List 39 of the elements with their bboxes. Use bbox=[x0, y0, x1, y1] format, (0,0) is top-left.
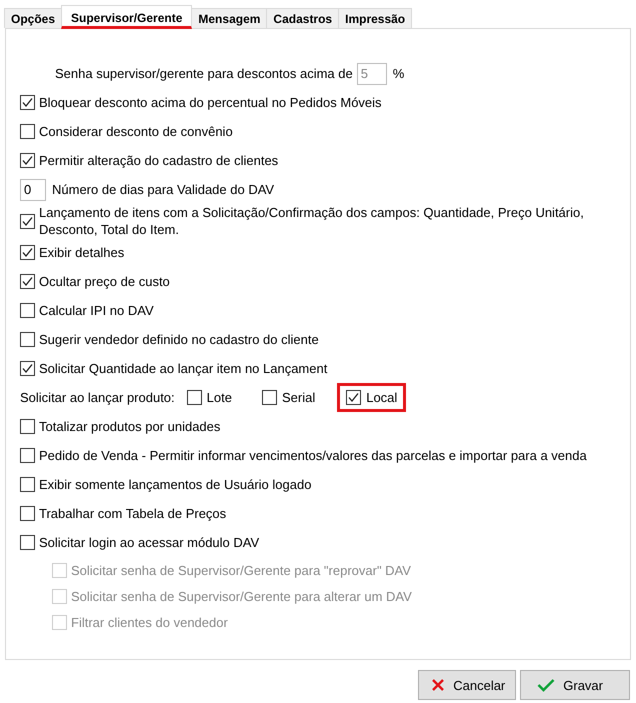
field-label: Senha supervisor/gerente para descontos acima de bbox=[55, 66, 353, 81]
checkbox-option[interactable]: Ocultar preço de custo bbox=[20, 267, 630, 296]
tab[interactable]: Supervisor/Gerente bbox=[61, 5, 192, 29]
option-checkbox[interactable]: Local bbox=[337, 383, 406, 412]
percent-field[interactable]: 5 bbox=[356, 62, 387, 84]
checkbox-option[interactable]: Considerar desconto de convênio bbox=[20, 117, 630, 146]
close-icon bbox=[431, 678, 446, 692]
cancel-button[interactable]: Cancelar bbox=[418, 670, 516, 700]
field-label: Número de dias para Validade do DAV bbox=[52, 182, 274, 197]
checkbox-option[interactable]: Calcular IPI no DAV bbox=[20, 296, 630, 325]
checkmark-icon bbox=[537, 678, 556, 692]
checkmark-icon bbox=[21, 246, 34, 259]
checkbox-option[interactable]: Exibir somente lançamentos de Usuário logado bbox=[20, 470, 630, 499]
checkbox-option[interactable]: Lançamento de itens com a Solicitação/Confirmação dos campos: Quantidade, Preço Unitário, Desconto, Total do Item. bbox=[20, 204, 630, 238]
checkmark-icon bbox=[21, 154, 34, 167]
checkmark-icon bbox=[21, 362, 34, 375]
tab[interactable]: Cadastros bbox=[266, 8, 340, 28]
option-group-label: Solicitar ao lançar produto: bbox=[20, 390, 175, 405]
checkbox-option[interactable]: Solicitar login ao acessar módulo DAV bbox=[20, 528, 630, 557]
days-field[interactable]: 0 bbox=[20, 178, 46, 200]
checkbox-option[interactable]: Sugerir vendedor definido no cadastro do cliente bbox=[20, 325, 630, 354]
tab[interactable]: Mensagem bbox=[191, 8, 268, 28]
checkbox-option[interactable]: Trabalhar com Tabela de Preços bbox=[20, 499, 630, 528]
option-checkbox[interactable]: Serial bbox=[256, 386, 322, 409]
tab[interactable]: Impressão bbox=[338, 8, 412, 28]
percent-sign: % bbox=[392, 66, 404, 81]
save-button[interactable]: Gravar bbox=[520, 670, 630, 700]
checkmark-icon bbox=[347, 391, 360, 404]
checkbox-option[interactable]: Bloquear desconto acima do percentual no Pedidos Móveis bbox=[20, 88, 630, 117]
checkbox-option[interactable]: Totalizar produtos por unidades bbox=[20, 412, 630, 441]
checkbox-option[interactable]: Permitir alteração do cadastro de clientes bbox=[20, 146, 630, 175]
checkmark-icon bbox=[21, 96, 34, 109]
checkbox-option[interactable]: Solicitar Quantidade ao lançar item no Lançament bbox=[20, 354, 630, 383]
checkbox-option[interactable]: Exibir detalhes bbox=[20, 238, 630, 267]
checkbox-option[interactable]: Pedido de Venda - Permitir informar vencimentos/valores das parcelas e importar para a venda bbox=[20, 441, 630, 470]
checkmark-icon bbox=[21, 275, 34, 288]
tab[interactable]: Opções bbox=[4, 8, 62, 28]
checkmark-icon bbox=[21, 214, 34, 228]
option-checkbox[interactable]: Lote bbox=[180, 386, 238, 409]
